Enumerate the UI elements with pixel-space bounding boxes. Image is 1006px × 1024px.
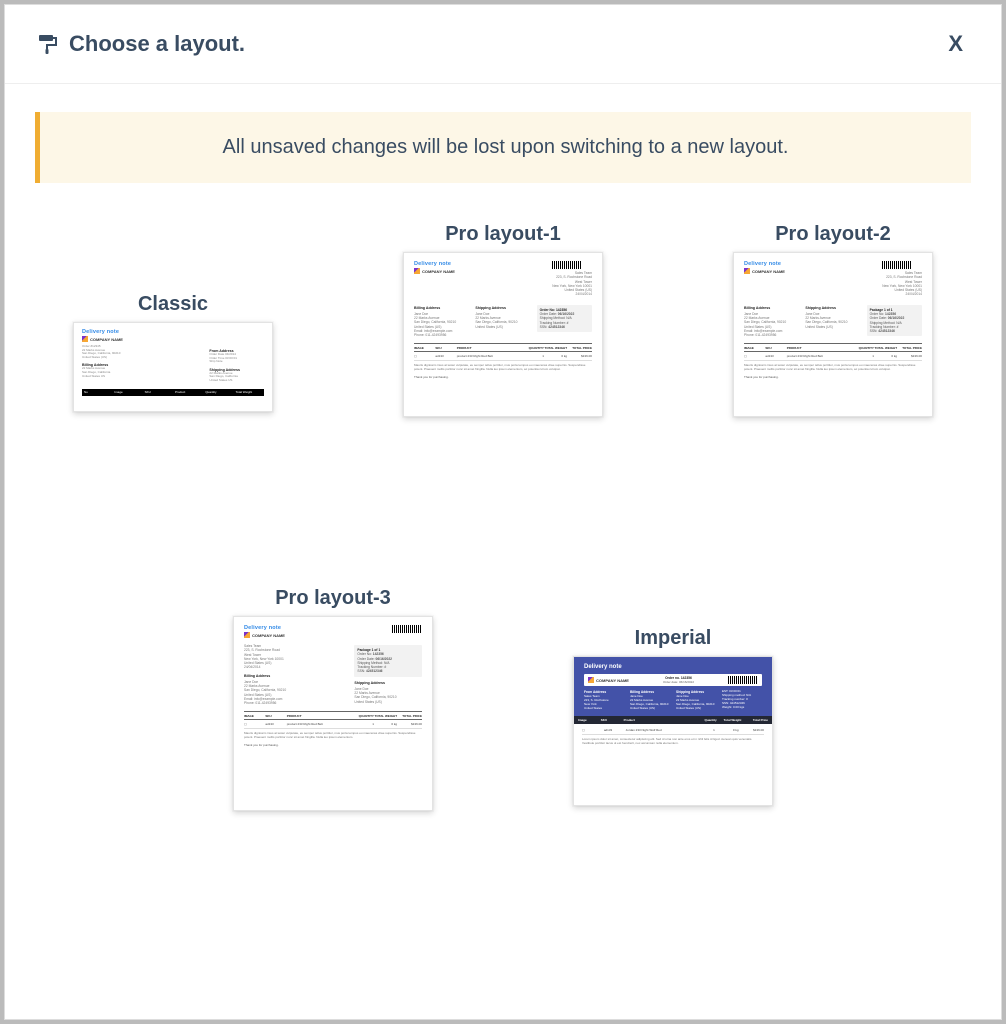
modal-title: Choose a layout. xyxy=(69,31,245,57)
barcode-icon xyxy=(552,261,582,269)
layout-label-pro2: Pro layout-2 xyxy=(775,223,891,246)
layout-option-pro1[interactable]: Pro layout-1 Delivery note COMPANY NAME … xyxy=(368,223,638,417)
layout-grid: Classic Delivery note COMPANY NAME Order… xyxy=(5,213,1001,427)
layout-option-classic[interactable]: Classic Delivery note COMPANY NAME Order… xyxy=(38,293,308,417)
thumbnail-imperial: Delivery note COMPANY NAME Order no. 142… xyxy=(573,656,773,806)
layout-label-classic: Classic xyxy=(138,293,208,316)
layout-option-pro3[interactable]: Pro layout-3 Delivery note COMPANY NAME … xyxy=(198,587,468,811)
thumbnail-pro1: Delivery note COMPANY NAME Sales Team223… xyxy=(403,252,603,417)
layout-option-pro2[interactable]: Pro layout-2 Delivery note COMPANY NAME … xyxy=(698,223,968,417)
thumbnail-classic: Delivery note COMPANY NAME Order #123452… xyxy=(73,322,273,412)
layout-grid-row-2: Pro layout-3 Delivery note COMPANY NAME … xyxy=(5,587,1001,811)
layout-label-pro3: Pro layout-3 xyxy=(275,587,391,610)
barcode-icon xyxy=(882,261,912,269)
thumbnail-pro3: Delivery note COMPANY NAME Sales Team223… xyxy=(233,616,433,811)
layout-option-imperial[interactable]: Imperial Delivery note COMPANY NAME Orde… xyxy=(538,587,808,811)
header-left: Choose a layout. xyxy=(35,31,245,57)
layout-label-pro1: Pro layout-1 xyxy=(445,223,561,246)
thumbnail-pro2: Delivery note COMPANY NAME Sales Team223… xyxy=(733,252,933,417)
barcode-icon xyxy=(728,676,758,684)
modal-body: All unsaved changes will be lost upon sw… xyxy=(5,84,1001,811)
close-button[interactable]: X xyxy=(940,27,971,61)
barcode-icon xyxy=(392,625,422,633)
modal-header: Choose a layout. X xyxy=(5,5,1001,84)
choose-layout-modal: Choose a layout. X All unsaved changes w… xyxy=(4,4,1002,1020)
paint-roller-icon xyxy=(35,32,59,56)
layout-label-imperial: Imperial xyxy=(635,627,712,650)
warning-alert: All unsaved changes will be lost upon sw… xyxy=(35,112,971,183)
